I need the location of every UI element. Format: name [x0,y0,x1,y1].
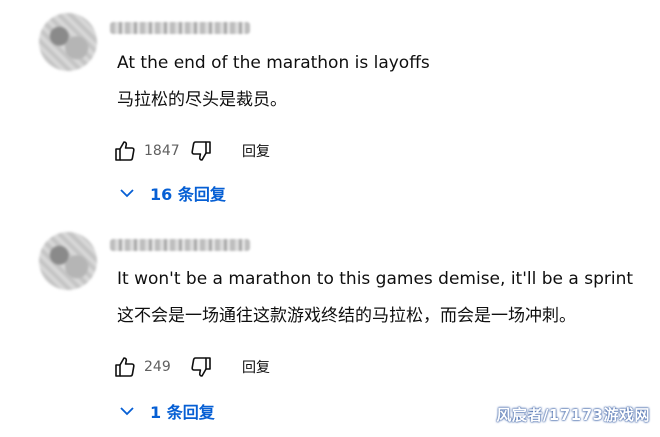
replies-count-label: 16 条回复 [150,185,226,204]
username-blurred[interactable] [110,22,250,34]
like-button[interactable] [112,354,138,380]
thumbs-down-icon [191,357,211,377]
view-replies-toggle[interactable]: 1 条回复 [118,399,215,423]
comment-text-zh: 马拉松的尽头是裁员。 [117,90,287,110]
chevron-down-icon [120,407,134,416]
dislike-button[interactable] [188,354,214,380]
thumbs-up-icon [115,357,135,377]
chevron-down-icon [120,189,134,198]
view-replies-toggle[interactable]: 16 条回复 [118,181,226,205]
thumbs-up-icon [115,141,135,161]
like-button[interactable] [112,138,138,164]
comment-thread: At the end of the marathon is layoffs 马拉… [0,0,660,218]
dislike-button[interactable] [188,138,214,164]
comment-text-zh: 这不会是一场通往这款游戏终结的马拉松，而会是一场冲刺。 [117,306,576,326]
comment-actions: 249 回复 [112,354,270,380]
watermark: 风宸者/17173游戏网 [496,406,650,424]
avatar[interactable] [39,13,97,71]
comment-text-en: It won't be a marathon to this games dem… [117,269,634,289]
replies-count-label: 1 条回复 [150,403,215,422]
like-count: 249 [144,359,171,375]
comment-actions: 1847 回复 [112,138,270,164]
reply-button[interactable]: 回复 [242,141,270,161]
reply-button[interactable]: 回复 [242,357,270,377]
thumbs-down-icon [191,141,211,161]
like-count: 1847 [144,143,180,159]
avatar[interactable] [39,232,97,290]
username-blurred[interactable] [110,239,250,251]
comment-text-en: At the end of the marathon is layoffs [117,53,430,73]
